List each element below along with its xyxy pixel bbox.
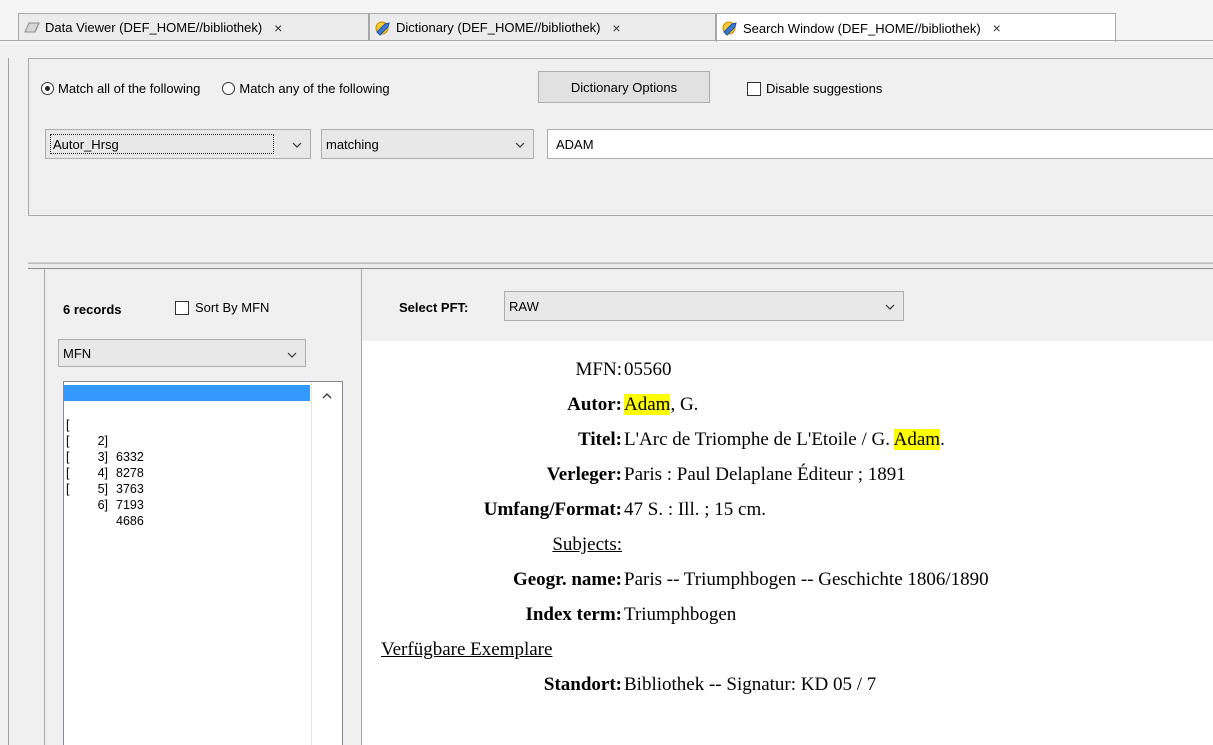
record-bracket: [ bbox=[66, 482, 70, 496]
titel-text: L'Arc de Triomphe de L'Etoile / G. bbox=[624, 429, 894, 450]
tab-label: Dictionary (DEF_HOME//bibliothek) bbox=[396, 20, 601, 35]
sort-by-mfn-checkbox[interactable] bbox=[175, 300, 189, 315]
match-any-label[interactable]: Match any of the following bbox=[239, 81, 389, 96]
record-index: 5] bbox=[97, 482, 108, 496]
search-status-bar bbox=[28, 216, 1213, 263]
verleger-value: Paris : Paul Delaplane Éditeur ; 1891 bbox=[624, 464, 906, 485]
sort-by-mfn-toggle[interactable]: Sort By MFN bbox=[175, 300, 269, 315]
pft-toolbar: Select PFT: RAW bbox=[362, 269, 1213, 341]
mfn-label: MFN: bbox=[575, 359, 622, 380]
record-index: 6] bbox=[97, 498, 108, 512]
match-all-label[interactable]: Match all of the following bbox=[58, 81, 200, 96]
list-item[interactable]: [ 5] 7193 bbox=[64, 449, 310, 512]
search-value-text: ADAM bbox=[556, 136, 594, 152]
operator-select[interactable]: matching bbox=[321, 129, 534, 159]
database-icon bbox=[23, 20, 41, 36]
chevron-down-icon bbox=[885, 300, 895, 310]
dictionary-icon bbox=[374, 20, 392, 36]
record-mfn: 4686 bbox=[116, 514, 144, 528]
pft-select[interactable]: RAW bbox=[504, 291, 904, 321]
field-select[interactable]: Autor_Hrsg bbox=[45, 129, 311, 159]
index-term-label: Index term: bbox=[525, 604, 622, 625]
list-item[interactable]: [ 3] 8278 bbox=[64, 417, 310, 480]
tab-label: Data Viewer (DEF_HOME//bibliothek) bbox=[45, 20, 263, 35]
results-panel: 6 records Sort By MFN MFN [ 1] 5560 [ 2]… bbox=[44, 269, 362, 745]
geogr-label: Geogr. name: bbox=[512, 569, 622, 590]
subjects-heading: Subjects: bbox=[552, 534, 622, 555]
match-mode-group: Match all of the following Match any of … bbox=[41, 81, 390, 96]
titel-end: . bbox=[940, 429, 945, 450]
field-select-value: Autor_Hrsg bbox=[50, 134, 274, 154]
tab-label: Search Window (DEF_HOME//bibliothek) bbox=[743, 20, 981, 36]
operator-select-value: matching bbox=[326, 136, 379, 152]
list-item[interactable]: [ 2] 6332 bbox=[64, 401, 310, 464]
index-term-value: Triumphbogen bbox=[624, 604, 737, 625]
verleger-label: Verleger: bbox=[546, 464, 622, 485]
disable-suggestions-checkbox[interactable] bbox=[747, 81, 761, 96]
tab-divider bbox=[0, 40, 1213, 41]
tab-search-window[interactable]: Search Window (DEF_HOME//bibliothek) × bbox=[716, 13, 1116, 42]
standort-value: Bibliothek -- Signatur: KD 05 / 7 bbox=[624, 674, 877, 695]
disable-suggestions-toggle[interactable]: Disable suggestions bbox=[747, 81, 882, 96]
chevron-down-icon bbox=[515, 138, 525, 148]
close-icon[interactable]: × bbox=[608, 20, 624, 36]
sort-by-mfn-label: Sort By MFN bbox=[195, 300, 270, 315]
autor-label: Autor: bbox=[567, 394, 622, 415]
chevron-down-icon bbox=[292, 138, 302, 148]
chevron-down-icon bbox=[287, 348, 297, 358]
record-mfn: 7193 bbox=[116, 498, 144, 512]
window-left-border bbox=[0, 58, 9, 745]
pft-select-value: RAW bbox=[509, 298, 539, 314]
autor-rest: , G. bbox=[670, 394, 699, 415]
close-icon[interactable]: × bbox=[989, 20, 1005, 36]
exemplare-heading: Verfügbare Exemplare bbox=[381, 639, 553, 660]
list-item[interactable]: [ 1] 5560 bbox=[64, 385, 310, 448]
tab-dictionary[interactable]: Dictionary (DEF_HOME//bibliothek) × bbox=[369, 13, 716, 41]
sort-field-select[interactable]: MFN bbox=[58, 339, 306, 367]
tab-bar: Data Viewer (DEF_HOME//bibliothek) × Dic… bbox=[0, 0, 1213, 44]
umfang-label: Umfang/Format: bbox=[483, 499, 622, 520]
titel-highlight: Adam bbox=[893, 429, 941, 450]
record-display-panel: Select PFT: RAW MFN: 05560 Autor: Adam, … bbox=[362, 269, 1213, 745]
close-icon[interactable]: × bbox=[270, 20, 286, 36]
record-list[interactable]: [ 1] 5560 [ 2] 6332 [ 3] 8278 [ 4] 3763 … bbox=[63, 381, 343, 745]
sort-field-value: MFN bbox=[63, 345, 92, 361]
standort-label: Standort: bbox=[543, 674, 622, 695]
list-item[interactable]: [ 4] 3763 bbox=[64, 433, 310, 496]
disable-suggestions-label: Disable suggestions bbox=[766, 81, 883, 96]
search-criteria-panel: Match all of the following Match any of … bbox=[28, 58, 1213, 216]
dictionary-options-button[interactable]: Dictionary Options bbox=[538, 71, 710, 103]
mfn-value: 05560 bbox=[624, 359, 672, 380]
titel-label: Titel: bbox=[578, 429, 622, 450]
search-window-icon bbox=[721, 20, 739, 36]
tab-data-viewer[interactable]: Data Viewer (DEF_HOME//bibliothek) × bbox=[18, 13, 369, 41]
chevron-up-icon[interactable] bbox=[322, 388, 332, 399]
select-pft-label: Select PFT: bbox=[399, 300, 469, 315]
search-value-input[interactable]: ADAM bbox=[547, 129, 1213, 159]
record-list-scrollbar[interactable] bbox=[311, 382, 342, 745]
umfang-value: 47 S. : Ill. ; 15 cm. bbox=[624, 499, 766, 520]
record-mfn: 3763 bbox=[116, 482, 144, 496]
geogr-value: Paris -- Triumphbogen -- Geschichte 1806… bbox=[624, 569, 989, 590]
list-item[interactable]: [ 6] 4686 bbox=[64, 465, 310, 528]
autor-highlight: Adam bbox=[624, 394, 671, 415]
record-count: 6 records bbox=[63, 302, 122, 317]
match-all-radio[interactable] bbox=[41, 82, 54, 95]
match-any-radio[interactable] bbox=[222, 82, 236, 95]
